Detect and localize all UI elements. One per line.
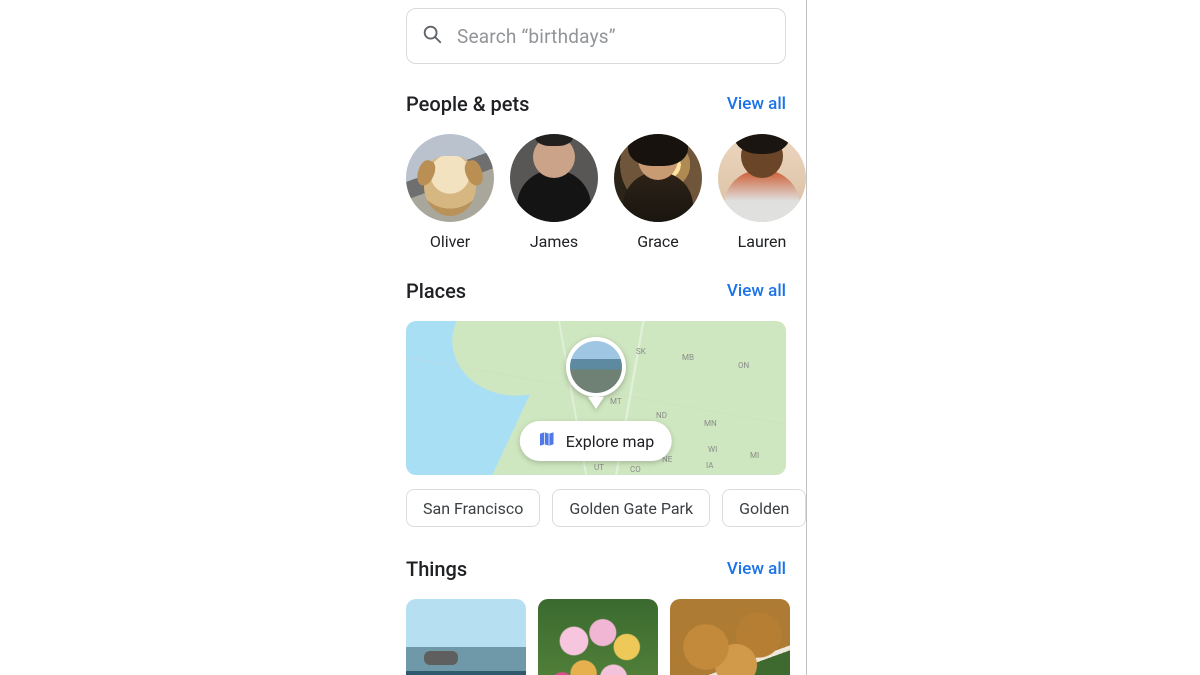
place-chips-row: San Francisco Golden Gate Park Golden: [406, 489, 806, 527]
avatar: [614, 134, 702, 222]
person-name: Lauren: [738, 232, 787, 251]
section-header-places: Places View all: [406, 279, 786, 303]
map-pin: [566, 337, 626, 409]
section-title-things: Things: [406, 557, 467, 581]
map-pin-thumbnail: [566, 337, 626, 397]
avatar: [510, 134, 598, 222]
search-placeholder: Search “birthdays”: [457, 25, 616, 48]
explore-map-button[interactable]: Explore map: [520, 421, 672, 461]
view-all-people[interactable]: View all: [727, 94, 786, 114]
avatar: [406, 134, 494, 222]
person-name: Oliver: [430, 232, 470, 251]
section-title-people: People & pets: [406, 92, 529, 116]
person-name: Grace: [637, 232, 679, 251]
section-header-things: Things View all: [406, 557, 786, 581]
person-oliver[interactable]: Oliver: [406, 134, 494, 251]
thing-tile[interactable]: [670, 599, 790, 675]
view-all-things[interactable]: View all: [727, 559, 786, 579]
place-chip[interactable]: San Francisco: [406, 489, 540, 527]
explore-map-label: Explore map: [566, 432, 654, 451]
person-lauren[interactable]: Lauren: [718, 134, 806, 251]
person-grace[interactable]: Grace: [614, 134, 702, 251]
person-james[interactable]: James: [510, 134, 598, 251]
avatar: [718, 134, 806, 222]
places-map[interactable]: SK MB ON MT ND MN SD WI MI NE IA WY NV U…: [406, 321, 786, 475]
map-icon: [538, 430, 556, 452]
section-title-places: Places: [406, 279, 466, 303]
vertical-divider: [806, 0, 807, 675]
place-chip[interactable]: Golden Gate Park: [552, 489, 710, 527]
search-input[interactable]: Search “birthdays”: [406, 8, 786, 64]
thing-tile[interactable]: [406, 599, 526, 675]
things-row: [406, 599, 806, 675]
search-icon: [421, 23, 443, 49]
thing-tile[interactable]: [538, 599, 658, 675]
section-header-people: People & pets View all: [406, 92, 786, 116]
place-chip[interactable]: Golden: [722, 489, 806, 527]
people-row: Oliver James Grace Lauren: [406, 134, 806, 251]
person-name: James: [530, 232, 578, 251]
search-screen: Search “birthdays” People & pets View al…: [406, 0, 806, 675]
view-all-places[interactable]: View all: [727, 281, 786, 301]
